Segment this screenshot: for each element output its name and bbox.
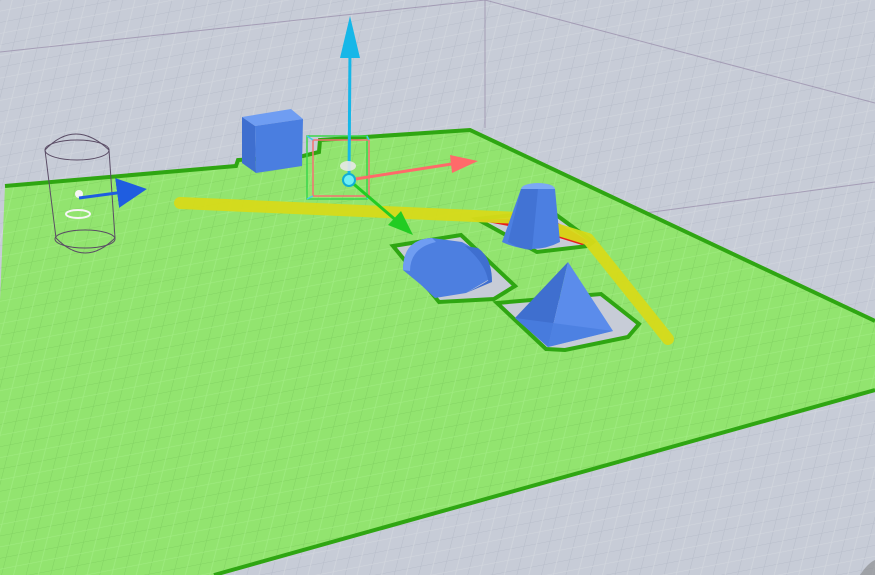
cube-object[interactable] [242,109,303,173]
scene-viewport[interactable] [0,0,875,575]
viewport-canvas[interactable] [0,0,875,575]
